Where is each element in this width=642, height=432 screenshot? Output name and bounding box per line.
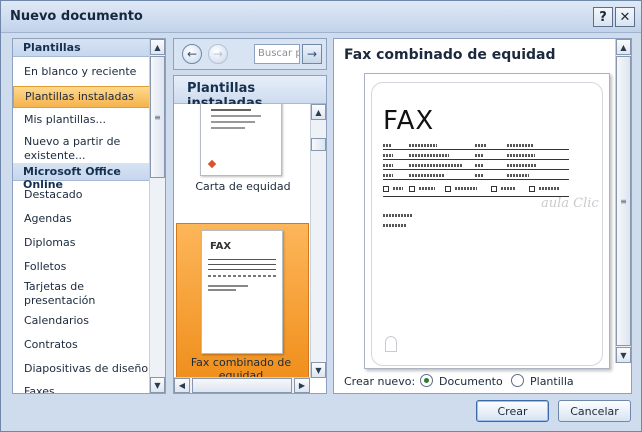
new-document-dialog: Nuevo documento ? ✕ Plantillas En blanco… (0, 0, 642, 432)
category-header-plantillas: Plantillas (13, 39, 151, 57)
sidebar-item-contracts[interactable]: Contratos (13, 338, 151, 352)
sidebar-item-new-from-existing[interactable]: Nuevo a partir de existente... (13, 135, 133, 163)
dialog-title: Nuevo documento (10, 9, 143, 24)
checkbox-icon (409, 186, 415, 192)
checkbox-icon (383, 186, 389, 192)
preview-fax-heading: FAX (383, 106, 435, 136)
search-go-icon[interactable]: → (302, 44, 322, 64)
preview-pane: Fax combinado de equidad FAX aula Clic ▲… (333, 38, 632, 394)
scroll-down-icon[interactable]: ▼ (311, 362, 326, 378)
scroll-up-icon[interactable]: ▲ (150, 39, 165, 55)
radio-document[interactable] (420, 374, 433, 387)
preview-scrollbar[interactable]: ▲ ≡ ▼ (615, 39, 631, 363)
sidebar-item-business-cards[interactable]: Tarjetas de presentación (13, 280, 123, 308)
search-input[interactable]: Buscar p (254, 44, 300, 64)
template-gallery: Plantillas instaladas Carta de equidad F… (173, 75, 327, 394)
radio-document-label[interactable]: Documento (439, 375, 503, 388)
template-list: Carta de equidad FAX Fax combinado de eq… (174, 104, 310, 378)
preview-title: Fax combinado de equidad (344, 47, 556, 63)
radio-template-label[interactable]: Plantilla (530, 375, 574, 388)
scroll-down-icon[interactable]: ▼ (616, 347, 631, 363)
scroll-left-icon[interactable]: ◀ (174, 378, 190, 393)
checkbox-icon (529, 186, 535, 192)
scroll-thumb[interactable] (192, 378, 292, 393)
create-button[interactable]: Crear (476, 400, 549, 422)
sidebar-item-agendas[interactable]: Agendas (13, 212, 151, 226)
sidebar-item-diplomas[interactable]: Diplomas (13, 236, 151, 250)
scroll-thumb[interactable]: ≡ (616, 56, 631, 346)
close-button[interactable]: ✕ (615, 7, 635, 27)
sidebar-item-brochures[interactable]: Folletos (13, 260, 151, 274)
scroll-right-icon[interactable]: ▶ (294, 378, 310, 393)
scroll-up-icon[interactable]: ▲ (616, 39, 631, 55)
scroll-up-icon[interactable]: ▲ (311, 104, 326, 120)
help-button[interactable]: ? (593, 7, 613, 27)
gallery-horizontal-scrollbar[interactable]: ◀ ▶ (174, 377, 310, 393)
scroll-thumb[interactable]: ≡ (150, 56, 165, 178)
document-preview: FAX aula Clic (364, 73, 610, 369)
cancel-button[interactable]: Cancelar (558, 400, 631, 422)
sidebar-item-featured[interactable]: Destacado (13, 188, 151, 202)
sidebar-item-calendars[interactable]: Calendarios (13, 314, 151, 328)
title-bar: Nuevo documento ? ✕ (1, 1, 641, 33)
template-label-carta[interactable]: Carta de equidad (178, 180, 308, 193)
scroll-down-icon[interactable]: ▼ (150, 377, 165, 393)
navigation-bar: ← → Buscar p → (173, 38, 327, 70)
sidebar-item-blank-recent[interactable]: En blanco y reciente (13, 65, 151, 79)
swirl-icon (385, 336, 397, 352)
category-list: Plantillas En blanco y reciente Plantill… (12, 38, 166, 394)
sidebar-item-installed-templates[interactable]: Plantillas instaladas (13, 86, 151, 108)
watermark-logo: aula Clic (541, 196, 599, 211)
template-thumbnail-fax[interactable]: FAX (201, 230, 283, 354)
flower-icon (207, 159, 217, 169)
forward-arrow-icon[interactable]: → (208, 44, 228, 64)
template-label-fax[interactable]: Fax combinado de equidad (176, 356, 306, 378)
sidebar-item-my-templates[interactable]: Mis plantillas... (13, 113, 151, 127)
checkbox-icon (445, 186, 451, 192)
sidebar-item-faxes[interactable]: Faxes (13, 385, 151, 393)
category-scrollbar[interactable]: ▲ ≡ ▼ (149, 39, 165, 393)
gallery-header: Plantillas instaladas (174, 76, 326, 111)
scroll-thumb[interactable] (311, 138, 326, 151)
category-header-office-online: Microsoft Office Online (13, 163, 151, 191)
checkbox-icon (491, 186, 497, 192)
radio-template[interactable] (511, 374, 524, 387)
sidebar-item-design-slides[interactable]: Diapositivas de diseño (13, 362, 151, 376)
template-thumbnail-carta[interactable] (200, 104, 282, 176)
create-new-label: Crear nuevo: (344, 375, 416, 388)
back-arrow-icon[interactable]: ← (182, 44, 202, 64)
gallery-vertical-scrollbar[interactable]: ▲ ▼ (310, 104, 326, 378)
